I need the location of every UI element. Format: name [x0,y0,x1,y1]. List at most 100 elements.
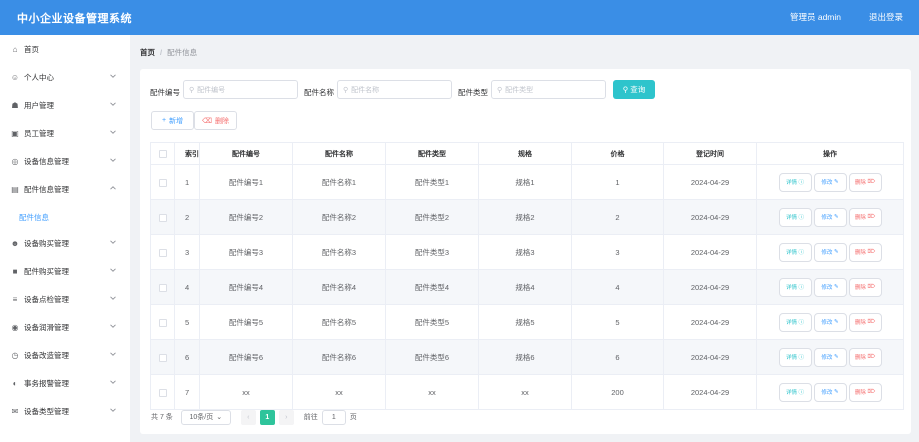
sidebar-item-label: 配件购买管理 [24,267,69,276]
sidebar-item-label: 设备类型管理 [24,407,69,416]
delete-button-label: 删除 [854,180,866,186]
sidebar-item-11[interactable]: ◐ 事务报警管理 [0,370,130,397]
filter-code-placeholder: 配件编号 [197,86,226,94]
sidebar-item-12[interactable]: ✉ 设备类型管理 [0,398,130,425]
filter-type-input[interactable]: ⚲ 配件类型 [491,80,606,99]
trash-icon: ⌦ [867,354,876,360]
sidebar-subitem-active[interactable]: 配件信息 [0,204,130,231]
view-button[interactable]: 详情 ⓘ [778,347,812,367]
cell-code: 配件编号6 [199,339,293,375]
add-button-label: 新增 [169,117,184,125]
header-spec: 规格 [478,142,572,165]
alarm-icon: ◐ [12,379,18,388]
cell-select[interactable] [150,374,175,410]
sidebar-item-label: 设备信息管理 [24,157,69,166]
edit-button[interactable]: 修改 ✎ [813,347,847,367]
sidebar-item-label: 设备改造管理 [24,351,69,360]
sidebar-item-5[interactable]: ▤ 配件信息管理 [0,176,130,203]
edit-button[interactable]: 修改 ✎ [813,172,847,192]
delete-button[interactable]: 删除 ⌦ [848,207,882,227]
view-button-label: 详情 [785,355,797,361]
sidebar-item-label: 配件信息管理 [24,185,69,194]
sidebar-item-9[interactable]: ◉ 设备润滑管理 [0,314,130,341]
list-icon: ≡ [12,295,18,304]
row-checkbox[interactable] [158,388,167,397]
cell-code: 配件编号1 [199,164,293,200]
edit-icon: ✎ [833,179,839,185]
select-all-checkbox[interactable] [158,149,167,158]
cart-icon: ■ [12,267,18,276]
filter-type-placeholder: 配件类型 [505,86,534,94]
goto-page-input[interactable]: 1 [321,409,346,425]
row-checkbox[interactable] [158,353,167,362]
view-button[interactable]: 详情 ⓘ [778,312,812,332]
logout-link[interactable]: 退出登录 [869,11,903,23]
delete-button[interactable]: 删除 ⌦ [848,277,882,297]
row-checkbox[interactable] [158,283,167,292]
row-checkbox[interactable] [158,318,167,327]
sidebar-item-10[interactable]: ◷ 设备改造管理 [0,342,130,369]
pagination: 共 7 条 10条/页 ⌄ ‹ 1 › 前往 1 页 [151,409,357,425]
cell-price: 5 [571,304,664,340]
delete-button[interactable]: 删除 ⌦ [848,242,882,262]
sidebar-item-8[interactable]: ≡ 设备点检管理 [0,286,130,313]
view-button[interactable]: 详情 ⓘ [778,242,812,262]
sidebar-item-0[interactable]: ⌂ 首页 [0,36,130,63]
trash-icon: ⌫ [202,117,212,125]
cell-select[interactable] [150,164,175,200]
edit-button[interactable]: 修改 ✎ [813,382,847,402]
cell-type: 配件类型6 [385,339,479,375]
cell-name: 配件名称2 [292,199,386,235]
view-button[interactable]: 详情 ⓘ [778,277,812,297]
breadcrumb-home[interactable]: 首页 [140,48,155,57]
edit-button[interactable]: 修改 ✎ [813,277,847,297]
delete-button[interactable]: 删除 ⌦ [848,347,882,367]
view-button[interactable]: 详情 ⓘ [778,172,812,192]
view-button[interactable]: 详情 ⓘ [778,382,812,402]
goto-suffix: 页 [349,414,357,421]
cell-select[interactable] [150,199,175,235]
sidebar-item-4[interactable]: ◎ 设备信息管理 [0,148,130,175]
sidebar-item-1[interactable]: ☺ 个人中心 [0,64,130,91]
edit-icon: ✎ [833,354,839,360]
edit-button[interactable]: 修改 ✎ [813,207,847,227]
sidebar-item-label: 用户管理 [24,101,54,110]
cell-spec: 规格3 [478,234,572,270]
view-button[interactable]: 详情 ⓘ [778,207,812,227]
row-checkbox[interactable] [158,248,167,257]
edit-button[interactable]: 修改 ✎ [813,312,847,332]
filter-name-input[interactable]: ⚲ 配件名称 [337,80,452,99]
row-checkbox[interactable] [158,178,167,187]
sidebar-item-2[interactable]: ☗ 用户管理 [0,92,130,119]
cell-spec: 规格2 [478,199,572,235]
filter-code-input[interactable]: ⚲ 配件编号 [183,80,298,99]
cell-select[interactable] [150,304,175,340]
cell-type: xx [385,374,479,410]
edit-button[interactable]: 修改 ✎ [813,242,847,262]
trash-icon: ⌦ [867,284,876,290]
next-page-button[interactable]: › [278,409,294,425]
delete-button[interactable]: 删除 ⌦ [848,172,882,192]
cell-select[interactable] [150,234,175,270]
sidebar-item-3[interactable]: ▣ 员工管理 [0,120,130,147]
cell-select[interactable] [150,339,175,375]
page-number-1[interactable]: 1 [259,409,275,425]
cell-select[interactable] [150,269,175,305]
chevron-right-icon: › [285,413,288,421]
cell-code: 配件编号3 [199,234,293,270]
page-size-select[interactable]: 10条/页 ⌄ [180,409,231,425]
prev-page-button[interactable]: ‹ [240,409,256,425]
chevron-down-icon [110,239,116,245]
add-button[interactable]: + 新增 [151,111,194,130]
sidebar-item-6[interactable]: ☻ 设备购买管理 [0,230,130,257]
header-actions: 操作 [756,142,904,165]
delete-button[interactable]: 删除 ⌦ [848,312,882,332]
row-checkbox[interactable] [158,213,167,222]
header-select-all[interactable] [150,142,175,165]
batch-delete-button[interactable]: ⌫ 删除 [194,111,237,130]
sidebar-item-7[interactable]: ■ 配件购买管理 [0,258,130,285]
sidebar-item-label: 设备购买管理 [24,239,69,248]
query-button[interactable]: ⚲ 查询 [613,80,655,99]
delete-button[interactable]: 删除 ⌦ [848,382,882,402]
trash-icon: ⌦ [867,179,876,185]
